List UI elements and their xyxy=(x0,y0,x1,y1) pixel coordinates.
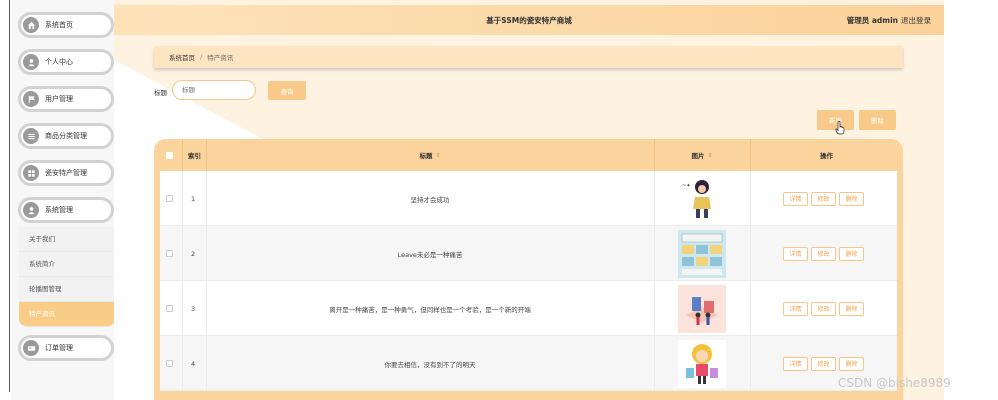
comic-panels-image xyxy=(678,229,726,278)
table-header: 索引 标题 ⇕ 图片 ⇕ 操作 xyxy=(154,139,903,171)
user-icon xyxy=(23,202,39,218)
submenu-carousel[interactable]: 轮播图管理 xyxy=(19,277,115,302)
svg-text:~✦: ~✦ xyxy=(682,183,690,189)
sidebar-item-system[interactable]: 系统管理 xyxy=(18,197,114,223)
row-title: 离开是一种痛苦，是一种勇气，但同样也是一个考验，是一个新的开端 xyxy=(329,305,531,314)
table-row: 3 离开是一种痛苦，是一种勇气，但同样也是一个考验，是一个新的开端 详情 修改 … xyxy=(160,281,897,336)
row-title: 坚持才会成功 xyxy=(410,195,450,204)
sidebar-item-label: 订单管理 xyxy=(45,344,73,352)
window-left-edge xyxy=(9,0,10,392)
row-delete-button[interactable]: 删除 xyxy=(839,301,864,316)
table-row: 1 坚持才会成功 ~✦ 详情 修改 删除 xyxy=(160,171,897,226)
row-title: 你要去相信，没有到不了的明天 xyxy=(384,360,476,369)
search-label: 标题 xyxy=(154,89,167,97)
table-row: 2 Leave未必是一种痛苦 详情 修改 删除 xyxy=(160,226,897,281)
user-label: 管理员 admin xyxy=(846,16,898,25)
search-input[interactable] xyxy=(172,80,256,100)
select-all-checkbox[interactable] xyxy=(166,151,173,159)
row-edit-button[interactable]: 修改 xyxy=(811,356,836,371)
logout-link[interactable]: 退出登录 xyxy=(901,15,931,26)
row-thumbnail[interactable]: ~✦ xyxy=(678,174,726,223)
breadcrumb-home[interactable]: 系统首页 xyxy=(169,52,195,62)
girl-illustration-image: ~✦ xyxy=(678,174,726,223)
delete-button[interactable]: 删除 xyxy=(859,110,896,130)
card-icon xyxy=(23,340,39,356)
column-index: 索引 xyxy=(188,152,201,160)
top-bar: 基于SSM的瓷安特产商城 管理员 admin 退出登录 xyxy=(114,5,944,35)
table-row: 4 你要去相信，没有到不了的明天 详情 修改 删除 xyxy=(160,336,897,391)
main-content: 基于SSM的瓷安特产商城 管理员 admin 退出登录 系统首页 / 特产资讯 … xyxy=(114,0,944,400)
shopping-girl-image xyxy=(678,339,726,388)
row-actions: 详情 修改 删除 xyxy=(783,191,864,206)
row-detail-button[interactable]: 详情 xyxy=(783,191,808,206)
row-checkbox[interactable] xyxy=(166,195,173,202)
submenu-intro[interactable]: 系统简介 xyxy=(19,252,115,277)
table-body: 1 坚持才会成功 ~✦ 详情 修改 删除 2 Leave未必是一种痛苦 详情 修… xyxy=(160,171,897,391)
list-icon xyxy=(23,128,39,144)
sidebar-item-home[interactable]: 系统首页 xyxy=(18,12,114,38)
row-delete-button[interactable]: 删除 xyxy=(839,191,864,206)
sidebar-item-products[interactable]: 瓷安特产管理 xyxy=(18,160,114,186)
column-actions: 操作 xyxy=(820,152,833,160)
sidebar-item-profile[interactable]: 个人中心 xyxy=(18,49,114,75)
row-thumbnail[interactable] xyxy=(678,229,726,278)
page-title: 基于SSM的瓷安特产商城 xyxy=(486,16,572,25)
sidebar-item-users[interactable]: 用户管理 xyxy=(18,86,114,112)
data-table: 索引 标题 ⇕ 图片 ⇕ 操作 1 坚持才会成功 ~✦ 详情 修改 删除 2 L… xyxy=(154,139,903,400)
sidebar-item-label: 个人中心 xyxy=(45,58,73,66)
sidebar-item-label: 系统管理 xyxy=(45,206,73,214)
row-detail-button[interactable]: 详情 xyxy=(783,356,808,371)
row-checkbox[interactable] xyxy=(166,360,173,367)
row-thumbnail[interactable] xyxy=(678,339,726,388)
row-edit-button[interactable]: 修改 xyxy=(811,191,836,206)
row-detail-button[interactable]: 详情 xyxy=(783,246,808,261)
row-delete-button[interactable]: 删除 xyxy=(839,246,864,261)
flag-icon xyxy=(23,91,39,107)
row-actions: 详情 修改 删除 xyxy=(783,246,864,261)
row-delete-button[interactable]: 删除 xyxy=(839,356,864,371)
search-button[interactable]: 查询 xyxy=(268,81,306,100)
sidebar-item-orders[interactable]: 订单管理 xyxy=(18,335,114,361)
column-image-label: 图片 xyxy=(691,152,705,160)
row-thumbnail[interactable] xyxy=(678,284,726,333)
submenu-news[interactable]: 特产资讯 xyxy=(19,302,115,327)
submenu-about[interactable]: 关于我们 xyxy=(19,227,115,252)
breadcrumb: 系统首页 / 特产资讯 xyxy=(154,46,903,68)
breadcrumb-current: 特产资讯 xyxy=(207,54,234,62)
sidebar: 系统首页 个人中心 用户管理 商品分类管理 瓷安特产管理 系统管理 关于我们 系… xyxy=(11,0,115,400)
sort-icon: ⇕ xyxy=(707,151,713,159)
row-index: 1 xyxy=(191,194,196,203)
column-image[interactable]: 图片 ⇕ xyxy=(654,139,750,171)
sort-icon: ⇕ xyxy=(435,151,441,159)
row-edit-button[interactable]: 修改 xyxy=(811,246,836,261)
row-checkbox[interactable] xyxy=(166,250,173,257)
hand-cursor-icon xyxy=(835,121,845,135)
row-title: Leave未必是一种痛苦 xyxy=(397,250,463,259)
row-index: 2 xyxy=(191,249,196,258)
row-index: 4 xyxy=(191,359,196,368)
column-title[interactable]: 标题 ⇕ xyxy=(206,139,654,171)
sidebar-item-label: 瓷安特产管理 xyxy=(45,169,87,177)
row-index: 3 xyxy=(191,304,196,313)
sidebar-item-category[interactable]: 商品分类管理 xyxy=(18,123,114,149)
sidebar-item-label: 用户管理 xyxy=(45,95,73,103)
watermark: CSDN @bishe8989 xyxy=(838,376,951,390)
grid-icon xyxy=(23,165,39,181)
isometric-people-image xyxy=(678,284,726,333)
row-detail-button[interactable]: 详情 xyxy=(783,301,808,316)
system-submenu: 关于我们 系统简介 轮播图管理 特产资讯 xyxy=(19,227,115,327)
row-checkbox[interactable] xyxy=(166,305,173,312)
column-title-label: 标题 xyxy=(419,152,433,160)
row-actions: 详情 修改 删除 xyxy=(783,356,864,371)
row-actions: 详情 修改 删除 xyxy=(783,301,864,316)
sidebar-item-label: 系统首页 xyxy=(45,21,73,29)
row-edit-button[interactable]: 修改 xyxy=(811,301,836,316)
user-icon xyxy=(23,54,39,70)
home-icon xyxy=(23,17,39,33)
breadcrumb-separator: / xyxy=(200,53,203,61)
sidebar-item-label: 商品分类管理 xyxy=(45,132,87,140)
